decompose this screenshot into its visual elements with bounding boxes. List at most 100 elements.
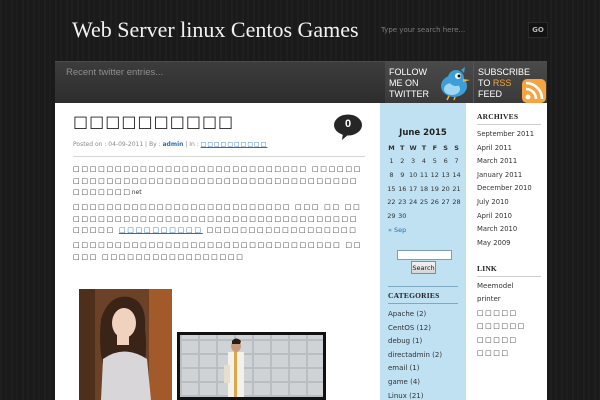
calendar-day <box>440 209 451 223</box>
archive-item[interactable]: September 2011 <box>477 128 534 142</box>
calendar-day: 18 <box>419 184 429 193</box>
post-paragraph-1: □□□□□□□□□□□□□□□□□□□□□□□□□□□□ □□□□□□□□□□□… <box>73 163 365 199</box>
subscribe-rss-button[interactable]: SUBSCRIBE TO RSS FEED <box>473 62 547 104</box>
link-item[interactable]: Meemodel <box>477 280 526 293</box>
calendar-day <box>419 209 430 223</box>
sidebar-calendar-column: June 2015 M T W T F S S 1 2 3 4 5 6 7 8 <box>380 103 466 400</box>
follow-line-1: FOLLOW <box>389 67 428 77</box>
calendar-day-header: T <box>421 143 427 152</box>
category-item[interactable]: debug (1) <box>388 335 442 349</box>
post-inline-link[interactable]: □□□□□□□□□□ <box>119 225 203 234</box>
subscribe-rss-label: SUBSCRIBE TO RSS FEED <box>478 67 531 100</box>
comment-count-badge[interactable]: 0 <box>333 114 363 140</box>
recent-twitter-entries: Recent twitter entries... <box>66 67 164 78</box>
site-title[interactable]: Web Server linux Centos Games <box>72 17 359 43</box>
link-item[interactable]: □□□□□□ <box>477 320 526 333</box>
category-item[interactable]: game (4) <box>388 376 442 390</box>
calendar-day: 10 <box>408 170 418 179</box>
categories-list: Apache (2) CentOS (12) debug (1) directa… <box>388 308 442 400</box>
header-search-input[interactable] <box>375 20 525 40</box>
man-photo-image <box>180 335 323 397</box>
links-heading: LINK <box>477 264 497 273</box>
search-go-button[interactable]: GO <box>528 22 548 38</box>
archive-item[interactable]: May 2009 <box>477 237 534 251</box>
category-item[interactable]: Linux (21) <box>388 390 442 400</box>
subscribe-rss-word: RSS <box>492 78 512 88</box>
archives-heading: ARCHIVES <box>477 112 519 121</box>
subscribe-line-1: SUBSCRIBE <box>478 67 531 77</box>
categories-bottom-rule <box>388 303 458 304</box>
calendar-day <box>408 209 419 223</box>
post-category-link[interactable]: □□□□□□□□□□ <box>201 141 268 148</box>
link-item[interactable]: □□□□□ <box>477 307 526 320</box>
archive-item[interactable]: March 2011 <box>477 155 534 169</box>
post-photo-woman <box>79 289 172 400</box>
calendar-prev-link[interactable]: « Sep <box>388 226 406 234</box>
link-item[interactable]: printer <box>477 293 526 306</box>
calendar-day: 26 <box>430 198 439 207</box>
calendar-day: 17 <box>408 184 418 193</box>
calendar-day: 16 <box>398 184 407 193</box>
calendar-day-header: S <box>443 143 448 152</box>
category-item[interactable]: CentOS (12) <box>388 322 442 336</box>
category-item[interactable]: email (1) <box>388 362 442 376</box>
calendar-week-row: 29 30 <box>386 209 462 223</box>
archives-list: September 2011 April 2011 March 2011 Jan… <box>477 128 534 250</box>
calendar-day <box>429 209 440 223</box>
calendar-day-header: S <box>454 143 459 152</box>
calendar-title: June 2015 <box>399 128 447 138</box>
calendar-day: 23 <box>398 198 407 207</box>
archive-item[interactable]: March 2010 <box>477 223 534 237</box>
post-meta: Posted on : 04-09-2011 | By : admin | In… <box>73 141 267 148</box>
post-photo-man <box>177 332 326 400</box>
calendar-week-row: 8 9 10 11 12 13 14 <box>386 168 462 182</box>
comment-count: 0 <box>344 118 352 130</box>
follow-line-3: TWITTER <box>389 89 429 99</box>
category-item[interactable]: directadmin (2) <box>388 349 442 363</box>
sidebar-search-input[interactable] <box>397 250 452 260</box>
calendar-day: 30 <box>398 211 407 220</box>
follow-twitter-label: FOLLOW ME ON TWITTER <box>389 67 435 100</box>
link-item[interactable]: □□□□□ <box>477 334 526 347</box>
sidebar-search-button[interactable]: Search <box>411 261 436 274</box>
category-item[interactable]: Apache (2) <box>388 308 442 322</box>
sidebar-archives-column: ARCHIVES September 2011 April 2011 March… <box>466 103 547 400</box>
woman-portrait-image <box>79 289 172 400</box>
post-divider <box>73 156 365 157</box>
post-paragraph-2: □□□□□□□□□□□□□□□□□□□□□□□□□□ □□□ □□ □□□□□□… <box>73 201 365 236</box>
categories-heading: CATEGORIES <box>388 291 440 300</box>
post-meta-in: | In : <box>183 141 201 148</box>
calendar-day: 12 <box>430 170 439 179</box>
subscribe-to: TO <box>478 78 491 88</box>
calendar-day: 28 <box>452 198 461 207</box>
post-paragraph-1-tail: net <box>131 189 142 196</box>
calendar-day: 3 <box>411 157 416 166</box>
calendar-day: 22 <box>387 198 396 207</box>
calendar-day: 13 <box>441 170 450 179</box>
post-paragraph-1-text: □□□□□□□□□□□□□□□□□□□□□□□□□□□□ □□□□□□□□□□□… <box>73 164 363 196</box>
calendar-day: 7 <box>454 157 459 166</box>
post-meta-prefix: Posted on : 04-09-2011 | By : <box>73 141 163 148</box>
calendar-day-header: W <box>409 143 417 152</box>
archive-item[interactable]: April 2011 <box>477 142 534 156</box>
links-list: Meemodel printer □□□□□ □□□□□□ □□□□□ □□□□ <box>477 280 526 360</box>
post-paragraph-3: □□□□□□□□□□□□□□□□□□□□□□□□□□□□□□□□ □□□□□ □… <box>73 240 363 261</box>
main-content: □□□□□□□□□□ 0 Posted on : 04-09-2011 | By… <box>55 103 380 400</box>
calendar-day: 15 <box>387 184 396 193</box>
archive-item[interactable]: January 2011 <box>477 169 534 183</box>
calendar-day: 1 <box>389 157 394 166</box>
calendar-day: 6 <box>443 157 448 166</box>
post-title[interactable]: □□□□□□□□□□ <box>73 112 234 131</box>
archive-item[interactable]: December 2010 <box>477 182 534 196</box>
archive-item[interactable]: July 2010 <box>477 196 534 210</box>
link-item[interactable]: □□□□ <box>477 347 526 360</box>
twitter-bird-icon <box>441 67 470 101</box>
calendar-day: 19 <box>430 184 439 193</box>
calendar-day: 4 <box>421 157 427 166</box>
archive-item[interactable]: April 2010 <box>477 210 534 224</box>
post-paragraph-2-text-b: □□□□□□□□□□□□□□□□□□ <box>202 225 358 234</box>
rss-feed-icon <box>522 79 546 103</box>
categories-top-rule <box>388 286 458 287</box>
follow-twitter-button[interactable]: FOLLOW ME ON TWITTER <box>385 62 473 104</box>
post-author-link[interactable]: admin <box>162 141 183 148</box>
